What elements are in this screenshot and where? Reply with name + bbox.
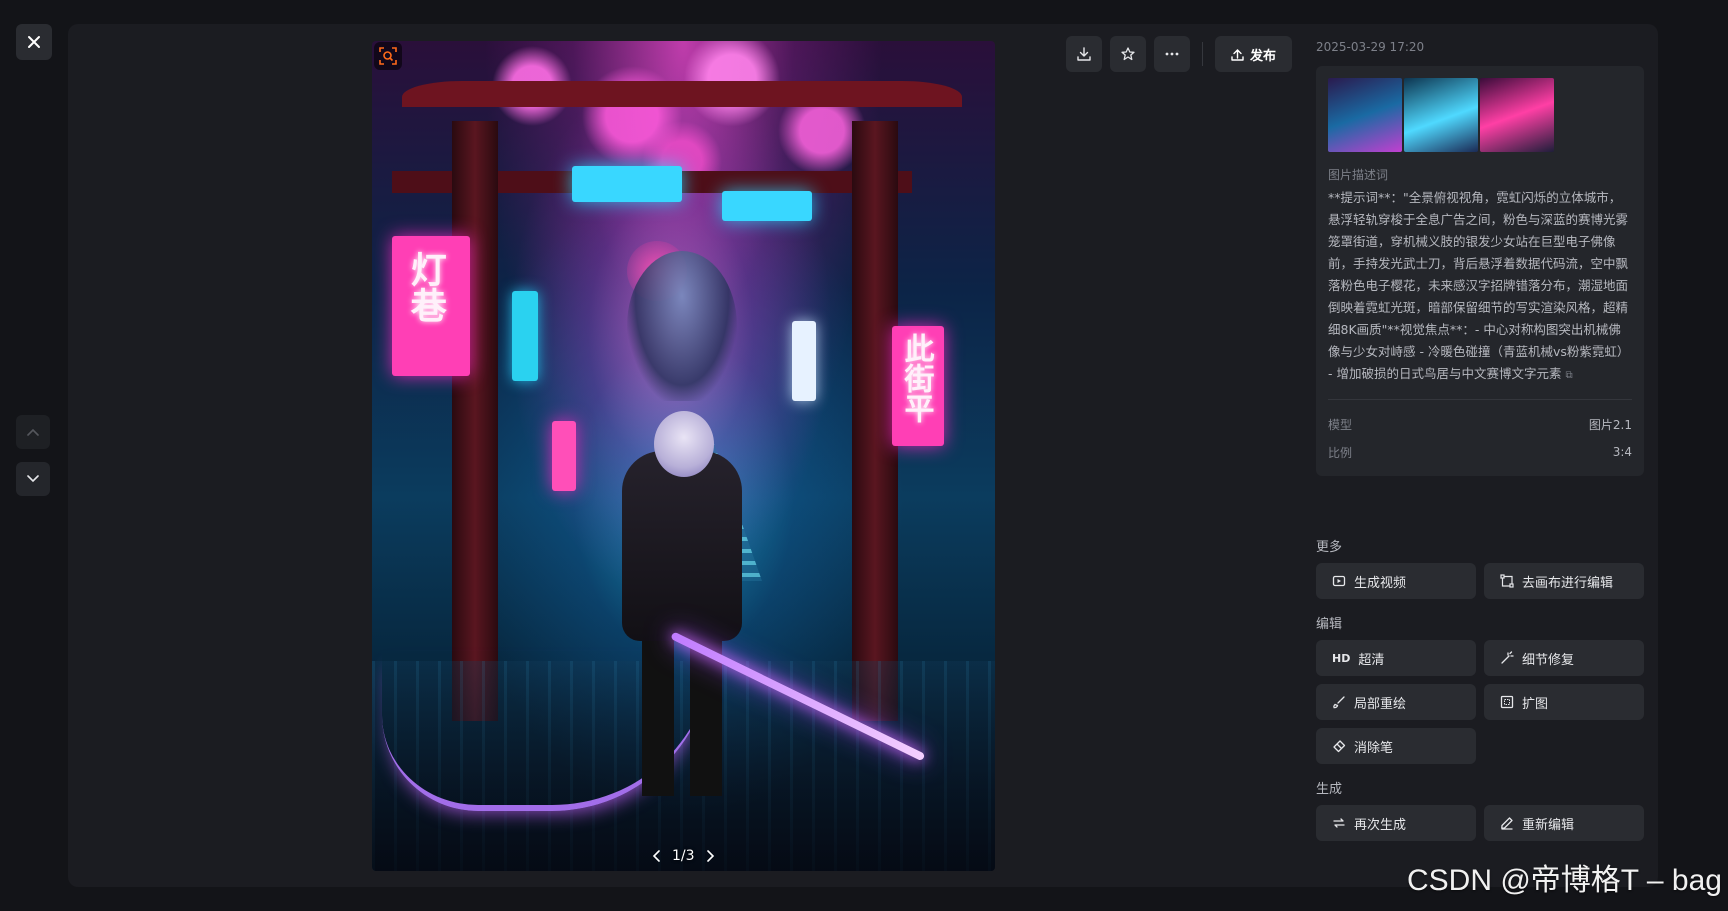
star-icon <box>1121 47 1135 61</box>
image-pager: 1/3 <box>652 848 715 864</box>
regenerate-label: 再次生成 <box>1354 817 1407 833</box>
detail-repair-button[interactable]: 细节修复 <box>1484 640 1644 676</box>
section-title-generate: 生成 <box>1316 782 1343 797</box>
generate-actions: 再次生成 重新编辑 <box>1316 805 1644 841</box>
chevron-up-icon <box>27 428 39 436</box>
lens-search-icon <box>379 47 397 65</box>
generate-video-button[interactable]: 生成视频 <box>1316 563 1476 599</box>
video-icon <box>1332 575 1346 587</box>
card-divider <box>1328 399 1632 400</box>
edit-actions: HD 超清 细节修复 局部重绘 扩图 消除笔 <box>1316 640 1644 764</box>
visual-search-button[interactable] <box>374 42 402 70</box>
publish-button[interactable]: 发布 <box>1215 36 1293 72</box>
inpaint-button[interactable]: 局部重绘 <box>1316 684 1476 720</box>
neon-sign-cyan <box>512 291 538 381</box>
upload-icon <box>1231 48 1244 61</box>
edit-on-canvas-label: 去画布进行编辑 <box>1522 575 1614 591</box>
expand-icon <box>1500 695 1514 709</box>
torii-pillar-left <box>452 121 498 721</box>
re-edit-button[interactable]: 重新编辑 <box>1484 805 1644 841</box>
model-value: 图片2.1 <box>1588 417 1632 432</box>
info-card: 图片描述词 **提示词**："全景俯视视角，霓虹闪烁的立体城市，悬浮轻轨穿梭于全… <box>1316 66 1644 476</box>
edit-on-canvas-button[interactable]: 去画布进行编辑 <box>1484 563 1644 599</box>
canvas-icon <box>1500 574 1514 588</box>
prompt-label: 图片描述词 <box>1328 168 1389 182</box>
upscale-hd-label: 超清 <box>1358 652 1385 668</box>
toolbar-divider <box>1202 42 1203 66</box>
created-timestamp: 2025-03-29 17:20 <box>1316 40 1425 54</box>
outpaint-label: 扩图 <box>1522 696 1549 712</box>
thumbnail-strip <box>1328 78 1632 152</box>
outpaint-button[interactable]: 扩图 <box>1484 684 1644 720</box>
eraser-label: 消除笔 <box>1354 740 1394 756</box>
magic-wand-icon <box>1501 651 1514 664</box>
eraser-icon <box>1333 740 1346 753</box>
mechanical-buddha-statue <box>627 251 737 401</box>
brush-icon <box>1332 696 1345 709</box>
section-title-more: 更多 <box>1316 540 1343 555</box>
ratio-row: 比例 3:4 <box>1328 438 1632 466</box>
neon-sign-right-text: 此街平 <box>898 333 934 423</box>
more-dots-icon <box>1165 52 1179 56</box>
hd-icon: HD <box>1332 651 1351 665</box>
girl-legs <box>642 636 722 796</box>
model-row: 模型 图片2.1 <box>1328 410 1632 438</box>
favorite-button[interactable] <box>1110 36 1146 72</box>
upscale-hd-button[interactable]: HD 超清 <box>1316 640 1476 676</box>
section-title-edit: 编辑 <box>1316 617 1343 632</box>
copy-icon[interactable]: ⧉ <box>1566 370 1573 381</box>
info-sidebar: 2025-03-29 17:20 图片描述词 **提示词**："全景俯视视角，霓… <box>1316 40 1644 855</box>
close-button[interactable] <box>16 24 52 60</box>
chevron-down-icon <box>27 475 39 483</box>
more-actions: 生成视频 去画布进行编辑 <box>1316 563 1644 599</box>
image-toolbar: 发布 <box>1066 36 1293 72</box>
pencil-icon <box>1501 817 1513 830</box>
publish-label: 发布 <box>1250 48 1277 64</box>
model-label: 模型 <box>1328 417 1353 432</box>
generate-video-label: 生成视频 <box>1354 575 1407 591</box>
thumbnail-2[interactable] <box>1404 78 1478 152</box>
neon-sign-cyan <box>572 166 682 202</box>
thumbnail-1[interactable] <box>1328 78 1402 152</box>
download-icon <box>1077 47 1091 61</box>
pager-text: 1/3 <box>672 848 695 864</box>
re-edit-label: 重新编辑 <box>1522 817 1575 833</box>
chevron-right-icon[interactable] <box>706 850 715 862</box>
ratio-value: 3:4 <box>1612 445 1632 459</box>
inpaint-label: 局部重绘 <box>1354 696 1407 712</box>
generated-image[interactable]: 灯巷 此街平 <box>372 41 995 871</box>
prompt-content: **提示词**："全景俯视视角，霓虹闪烁的立体城市，悬浮轻轨穿梭于全息广告之间，… <box>1328 190 1630 381</box>
next-image-button[interactable] <box>16 462 50 496</box>
regenerate-button[interactable]: 再次生成 <box>1316 805 1476 841</box>
prompt-text: **提示词**："全景俯视视角，霓虹闪烁的立体城市，悬浮轻轨穿梭于全息广告之间，… <box>1328 187 1632 387</box>
download-button[interactable] <box>1066 36 1102 72</box>
close-icon <box>28 36 40 48</box>
chevron-left-icon[interactable] <box>652 850 660 862</box>
girl-silver-hair <box>654 411 714 477</box>
eraser-button[interactable]: 消除笔 <box>1316 728 1476 764</box>
thumbnail-3[interactable] <box>1480 78 1554 152</box>
refresh-icon <box>1333 818 1345 828</box>
girl-body <box>622 451 742 641</box>
previous-image-button[interactable] <box>16 415 50 449</box>
neon-sign-left-text: 灯巷 <box>404 251 446 323</box>
ratio-label: 比例 <box>1328 445 1353 460</box>
more-options-button[interactable] <box>1154 36 1190 72</box>
neon-sign-cyan <box>722 191 812 221</box>
detail-repair-label: 细节修复 <box>1522 652 1575 668</box>
csdn-watermark: CSDN @帝博格T – bag <box>1407 864 1722 897</box>
neon-sign-white <box>792 321 816 401</box>
neon-sign-pink <box>552 421 576 491</box>
